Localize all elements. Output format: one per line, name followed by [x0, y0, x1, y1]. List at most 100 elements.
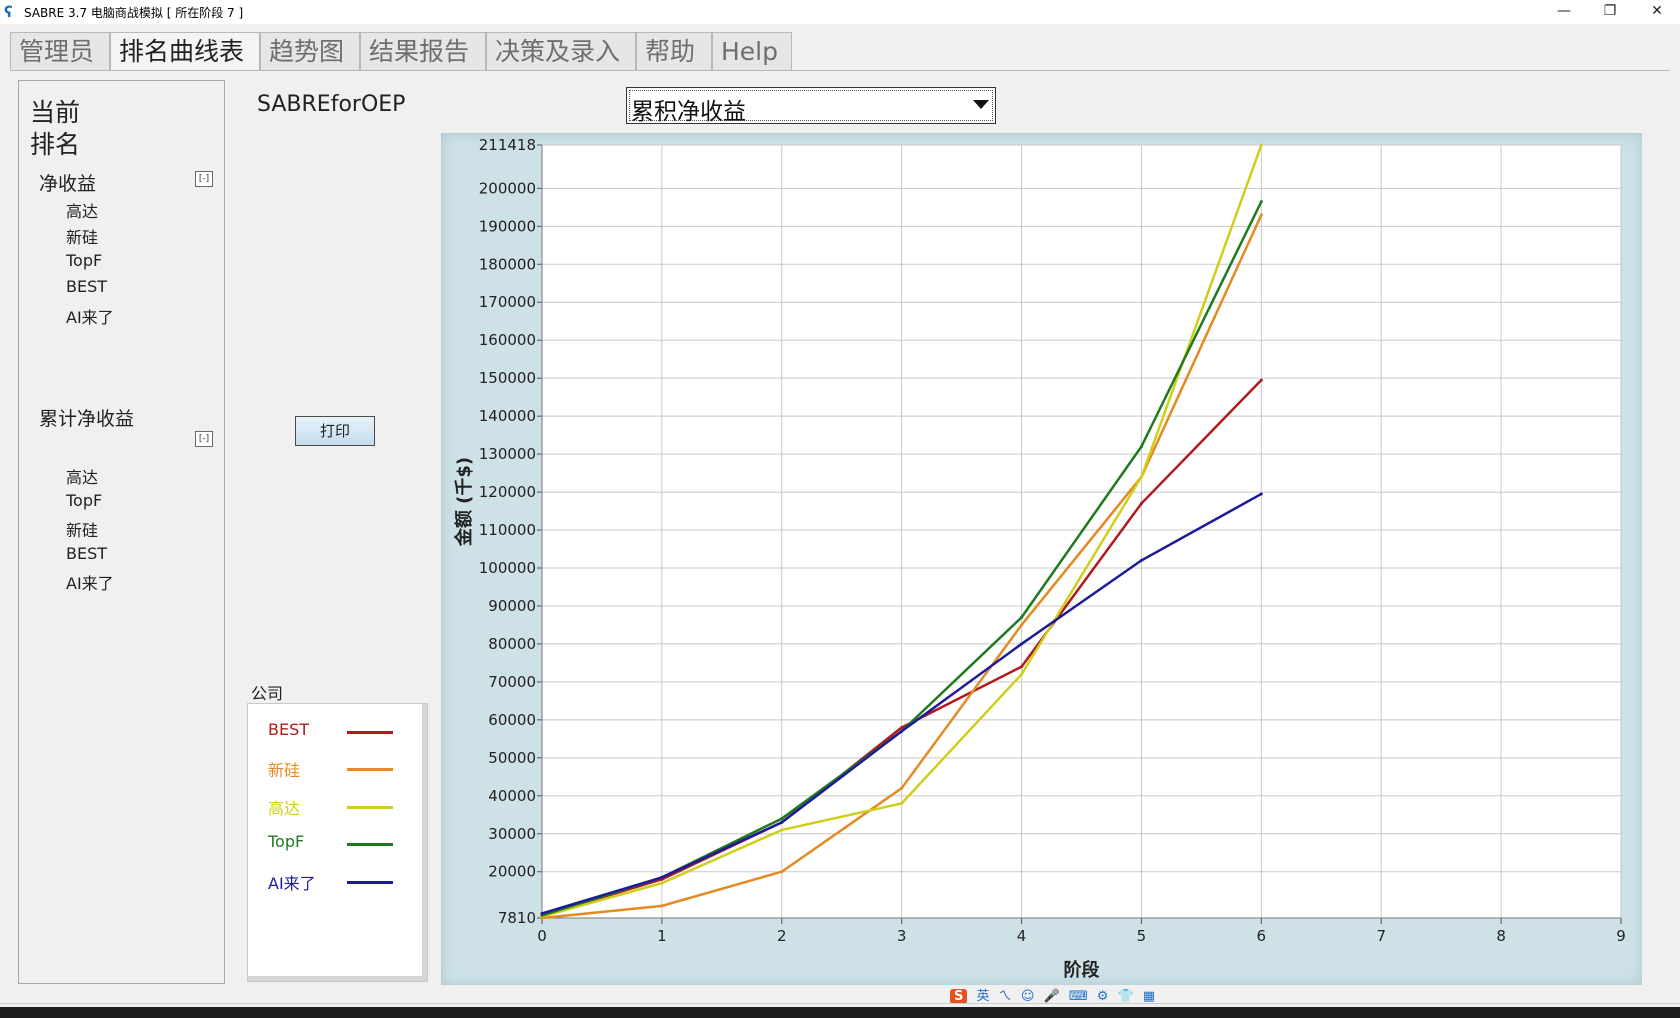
data-point	[1020, 623, 1024, 627]
cumulative-income-title: 累计净收益	[39, 408, 135, 430]
legend-label-ai: AI来了	[268, 874, 316, 893]
data-point	[900, 725, 904, 729]
x-tick-label: 6	[1257, 927, 1267, 945]
y-tick-label: 190000	[479, 217, 536, 235]
y-tick-label: 90000	[488, 597, 536, 615]
legend-label-topf: TopF	[268, 832, 305, 851]
data-point	[780, 820, 784, 824]
data-point	[1020, 665, 1024, 669]
x-tick-label: 8	[1496, 927, 1506, 945]
data-point	[1259, 378, 1263, 382]
tab-divider	[10, 70, 1670, 71]
tab-ranking-curves[interactable]: 排名曲线表	[110, 32, 260, 70]
y-tick-label: 100000	[479, 559, 536, 577]
close-button[interactable]: ✕	[1634, 0, 1680, 24]
cumulative-rank-3: 新硅	[66, 521, 99, 540]
ime-toolbar: S 英 ㄟ ☺ 🎤 ⌨ ⚙ 👕 ▦	[950, 985, 1160, 1009]
legend-swatch-best	[347, 731, 393, 734]
minimize-button[interactable]: —	[1541, 0, 1587, 24]
tab-help-cn[interactable]: 帮助	[636, 32, 712, 70]
ime-punctuation-icon[interactable]: ㄟ	[999, 985, 1012, 1004]
cumulative-rank-4: BEST	[66, 544, 108, 563]
y-tick-label: 160000	[479, 331, 536, 349]
window-title: SABRE 3.7 电脑商战模拟 [ 所在阶段 7 ]	[24, 6, 244, 20]
data-point	[1139, 445, 1143, 449]
x-tick-label: 0	[537, 927, 547, 945]
data-point	[1259, 213, 1263, 217]
metric-select[interactable]: 累积净收益	[626, 87, 996, 125]
tab-decisions-entry[interactable]: 决策及录入	[486, 32, 636, 70]
panel-heading-line1: 当前	[30, 98, 81, 127]
collapse-cumulative-icon[interactable]: [-]	[195, 431, 213, 447]
y-axis-label: 金额 (千$)	[453, 457, 475, 547]
net-income-rank-1: 高达	[66, 202, 99, 221]
data-point	[1020, 642, 1024, 646]
panel-heading-line2: 排名	[30, 130, 81, 159]
legend-label-gaoda: 高达	[268, 799, 301, 818]
y-tick-label: 20000	[488, 863, 536, 881]
x-tick-label: 1	[657, 927, 667, 945]
ime-voice-icon[interactable]: 🎤	[1044, 989, 1060, 1004]
data-point	[1259, 492, 1263, 496]
ime-keyboard-icon[interactable]: ⌨	[1069, 989, 1088, 1004]
ime-mode-toggle[interactable]: 英	[977, 985, 990, 1004]
status-divider	[0, 1003, 1680, 1004]
y-tick-label: 211418	[479, 136, 536, 154]
ime-settings-icon[interactable]: ⚙	[1097, 989, 1109, 1004]
current-ranking-panel: 当前 排名 净收益 [-] 高达 新硅 TopF BEST AI来了 累计净收益…	[18, 80, 225, 984]
y-tick-label: 60000	[488, 711, 536, 729]
x-tick-label: 2	[777, 927, 787, 945]
y-tick-label: 7810	[498, 909, 536, 927]
x-tick-label: 4	[1017, 927, 1027, 945]
chevron-down-icon[interactable]	[973, 100, 989, 109]
net-income-title: 净收益	[39, 173, 97, 195]
ime-skin-icon[interactable]: 👕	[1118, 989, 1134, 1004]
y-tick-label: 50000	[488, 749, 536, 767]
legend-swatch-ai	[347, 881, 393, 884]
legend-swatch-gaoda	[347, 806, 393, 809]
data-point	[900, 729, 904, 733]
data-point	[1139, 501, 1143, 505]
collapse-net-income-icon[interactable]: [-]	[195, 171, 213, 187]
data-point	[1020, 672, 1024, 676]
print-button[interactable]: 打印	[295, 416, 375, 446]
legend-label-xingui: 新硅	[268, 761, 301, 780]
y-tick-label: 200000	[479, 179, 536, 197]
tab-trends[interactable]: 趋势图	[260, 32, 360, 70]
ime-logo-icon[interactable]: S	[950, 989, 968, 1004]
x-tick-label: 7	[1376, 927, 1386, 945]
data-point	[900, 786, 904, 790]
tab-results-report[interactable]: 结果报告	[360, 32, 486, 70]
data-point	[660, 904, 664, 908]
y-tick-label: 150000	[479, 369, 536, 387]
data-point	[1259, 200, 1263, 204]
net-income-rank-2: 新硅	[66, 228, 99, 247]
legend-swatch-topf	[347, 843, 393, 846]
x-tick-label: 5	[1137, 927, 1147, 945]
y-tick-label: 170000	[479, 293, 536, 311]
y-tick-label: 180000	[479, 255, 536, 273]
data-point	[1139, 475, 1143, 479]
title-bar: ʕ SABRE 3.7 电脑商战模拟 [ 所在阶段 7 ] — ❐ ✕	[0, 0, 1680, 24]
net-income-rank-3: TopF	[66, 251, 103, 270]
data-point	[660, 881, 664, 885]
game-name: SABREforOEP	[257, 92, 406, 117]
restore-button[interactable]: ❐	[1587, 0, 1633, 24]
y-tick-label: 70000	[488, 673, 536, 691]
y-tick-label: 130000	[479, 445, 536, 463]
x-tick-label: 3	[897, 927, 907, 945]
legend-title: 公司	[251, 684, 284, 703]
data-point	[660, 875, 664, 879]
data-point	[1020, 615, 1024, 619]
tab-help-en[interactable]: Help	[712, 32, 792, 70]
tab-admin[interactable]: 管理员	[10, 32, 110, 70]
net-income-rank-5: AI来了	[66, 308, 114, 327]
data-point	[780, 828, 784, 832]
metric-select-value: 累积净收益	[631, 99, 746, 125]
y-tick-label: 80000	[488, 635, 536, 653]
y-tick-label: 40000	[488, 787, 536, 805]
data-point	[900, 801, 904, 805]
ime-emoji-icon[interactable]: ☺	[1021, 989, 1035, 1004]
cumulative-rank-1: 高达	[66, 468, 99, 487]
ime-menu-icon[interactable]: ▦	[1143, 989, 1155, 1004]
